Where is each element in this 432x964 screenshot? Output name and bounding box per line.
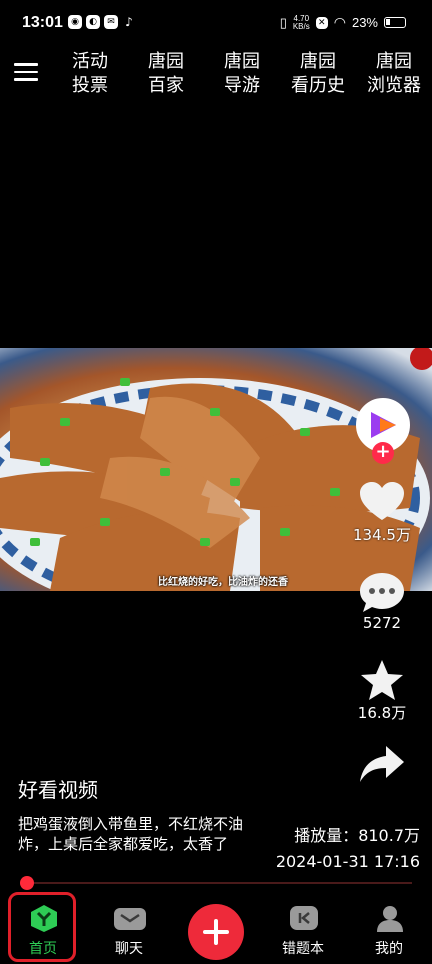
tab-label-line1: 唐园: [224, 51, 260, 72]
tab-label-line2: 浏览器: [367, 75, 421, 96]
tab-label-line2: 导游: [224, 75, 260, 96]
app-icon: ◐: [86, 15, 100, 29]
wifi-icon: ◠: [333, 14, 346, 30]
tab-tangyuan-browser[interactable]: 唐园 浏览器: [356, 50, 432, 98]
favorite-count: 16.8万: [357, 704, 407, 722]
nav-home-label: 首页: [29, 941, 57, 957]
tab-label-line2: 投票: [72, 75, 108, 96]
notification-icons: ◉ ◐ ✉ ♪: [68, 15, 136, 29]
share-button[interactable]: [352, 742, 412, 786]
video-description: 把鸡蛋液倒入带鱼里，不红烧不油炸，上桌后全家都爱吃，太香了: [18, 815, 244, 853]
tab-label-line2: 看历史: [291, 75, 345, 96]
heart-icon: [360, 482, 404, 520]
tiktok-icon: ♪: [125, 15, 133, 29]
status-bar: 13:01 ◉ ◐ ✉ ♪ ▯ 4.70 KB/s ✕ ◠ 23%: [0, 0, 432, 46]
no-sim-icon: ✕: [315, 16, 328, 29]
tab-tangyuan-baijia[interactable]: 唐园 百家: [128, 50, 204, 98]
video-player[interactable]: 比红烧的好吃，比油炸的还香: [0, 348, 432, 591]
star-icon: [361, 660, 403, 700]
comment-count: 5272: [362, 614, 402, 632]
status-time: 13:01: [22, 14, 63, 31]
follow-button[interactable]: +: [372, 442, 394, 464]
comment-button[interactable]: 5272: [352, 570, 412, 632]
mail-icon: ✉: [104, 15, 118, 29]
top-tabs: 活动 投票 唐园 百家 唐园 导游 唐园 看历史 唐园 浏览器: [52, 50, 432, 98]
favorite-button[interactable]: 16.8万: [352, 658, 412, 723]
nav-wrong-book[interactable]: 错题本: [266, 892, 340, 964]
weibo-icon: ◉: [68, 15, 82, 29]
nav-mine[interactable]: 我的: [352, 892, 426, 964]
tab-activity-vote[interactable]: 活动 投票: [52, 50, 128, 98]
battery-icon: [384, 17, 406, 28]
top-nav: 活动 投票 唐园 百家 唐园 导游 唐园 看历史 唐园 浏览器: [0, 46, 432, 106]
vibrate-icon: ▯: [279, 14, 287, 30]
progress-handle[interactable]: [20, 876, 34, 890]
like-count: 134.5万: [353, 526, 411, 544]
share-arrow-icon: [360, 746, 404, 782]
tab-label-line1: 唐园: [376, 51, 412, 72]
food-image: [0, 348, 432, 591]
comment-icon: [360, 573, 404, 612]
tab-label-line1: 唐园: [300, 51, 336, 72]
tab-label-line1: 活动: [72, 51, 108, 72]
nav-chat-label: 聊天: [115, 941, 143, 957]
play-count: 播放量：810.7万: [294, 826, 420, 845]
nav-chat[interactable]: 聊天: [92, 892, 166, 964]
chat-icon: [114, 908, 146, 930]
tab-label-line2: 百家: [148, 75, 184, 96]
battery-percent: 23%: [351, 15, 378, 30]
publish-date: 2024-01-31 17:16: [275, 852, 420, 871]
tab-label-line1: 唐园: [148, 51, 184, 72]
nav-home[interactable]: 首页: [6, 892, 80, 964]
menu-icon[interactable]: [14, 63, 38, 83]
nav-wrong-book-label: 错题本: [282, 941, 324, 957]
progress-bar[interactable]: [26, 882, 412, 884]
profile-icon: [377, 906, 403, 932]
net-speed-unit: KB/s: [292, 21, 310, 31]
wrong-book-icon: [290, 906, 318, 930]
nav-mine-label: 我的: [375, 941, 403, 957]
video-source: 好看视频: [18, 778, 98, 802]
net-speed: 4.70 KB/s: [292, 14, 310, 31]
tab-tangyuan-guide[interactable]: 唐园 导游: [204, 50, 280, 98]
home-icon: [31, 905, 57, 932]
tab-tangyuan-history[interactable]: 唐园 看历史: [280, 50, 356, 98]
add-button[interactable]: [188, 904, 244, 960]
like-button[interactable]: 134.5万: [352, 480, 412, 545]
status-right: ▯ 4.70 KB/s ✕ ◠ 23%: [280, 14, 406, 31]
video-caption: 比红烧的好吃，比油炸的还香: [158, 577, 288, 588]
